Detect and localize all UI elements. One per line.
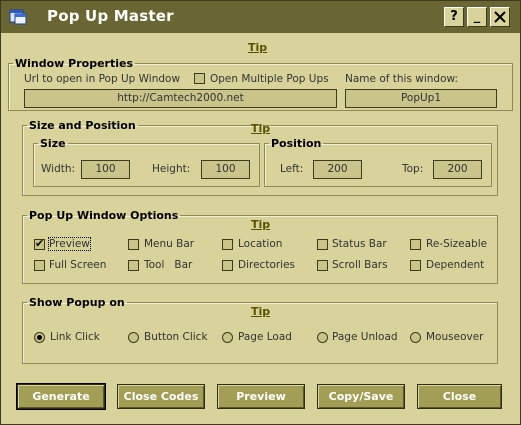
page-unload-label: Page Unload: [332, 331, 398, 343]
show-popup-legend: Show Popup on: [29, 296, 125, 309]
window-name-input[interactable]: PopUp1: [345, 89, 497, 108]
width-input[interactable]: 100: [81, 160, 130, 179]
top-input[interactable]: 200: [433, 160, 482, 179]
tip-link-options[interactable]: Tip: [251, 218, 270, 231]
page-load-label: Page Load: [238, 331, 292, 343]
height-label: Height:: [152, 163, 191, 175]
position-legend: Position: [271, 137, 322, 150]
tip-link-size-position[interactable]: Tip: [251, 122, 270, 135]
full-screen-label: Full Screen: [49, 259, 107, 271]
open-multiple-label: Open Multiple Pop Ups: [210, 73, 329, 85]
left-input[interactable]: 200: [313, 160, 362, 179]
close-icon: [494, 11, 506, 23]
directories-label: Directories: [238, 259, 296, 271]
page-unload-radio[interactable]: [317, 332, 328, 343]
size-legend: Size: [40, 137, 66, 150]
minimize-button[interactable]: _: [467, 7, 487, 27]
left-label: Left:: [280, 163, 304, 175]
link-click-label: Link Click: [50, 331, 100, 343]
generate-button[interactable]: Generate: [16, 383, 106, 410]
close-button[interactable]: Close: [417, 384, 502, 409]
scroll-bars-checkbox[interactable]: [317, 260, 328, 271]
directories-checkbox[interactable]: [222, 260, 233, 271]
url-label: Url to open in Pop Up Window: [24, 73, 181, 85]
preview-checkbox[interactable]: [34, 237, 45, 250]
window-name-label: Name of this window:: [345, 73, 459, 85]
resizeable-label: Re-Sizeable: [426, 238, 488, 250]
top-label: Top:: [402, 163, 424, 175]
tip-link-main[interactable]: Tip: [248, 41, 267, 54]
popup-options-legend: Pop Up Window Options: [29, 209, 179, 222]
preview-option-label: Preview: [48, 237, 91, 251]
tip-link-show-popup[interactable]: Tip: [251, 305, 270, 318]
client-area: Tip Window Properties Url to open in Pop…: [4, 34, 517, 421]
title-bar[interactable]: Pop Up Master ? _: [1, 1, 520, 33]
scroll-bars-label: Scroll Bars: [332, 259, 388, 271]
menu-bar-label: Menu Bar: [144, 238, 195, 250]
window-title: Pop Up Master: [47, 7, 174, 25]
menu-bar-checkbox[interactable]: [128, 239, 139, 250]
tool-bar-label: Tool Bar: [144, 259, 193, 271]
link-click-radio[interactable]: [34, 332, 45, 343]
dependent-checkbox[interactable]: [410, 260, 421, 271]
app-icon: [9, 7, 27, 25]
tool-bar-checkbox[interactable]: [128, 260, 139, 271]
url-input[interactable]: http://Camtech2000.net: [24, 89, 337, 108]
close-codes-button[interactable]: Close Codes: [117, 384, 205, 409]
height-input[interactable]: 100: [201, 160, 250, 179]
location-checkbox[interactable]: [222, 239, 233, 250]
window-properties-legend: Window Properties: [15, 57, 133, 70]
help-button[interactable]: ?: [444, 7, 464, 27]
page-load-radio[interactable]: [222, 332, 233, 343]
size-position-legend: Size and Position: [29, 119, 136, 132]
full-screen-checkbox[interactable]: [34, 260, 45, 271]
status-bar-checkbox[interactable]: [317, 239, 328, 250]
dependent-label: Dependent: [426, 259, 485, 271]
mouseover-label: Mouseover: [426, 331, 484, 343]
open-multiple-checkbox[interactable]: [194, 73, 205, 84]
preview-button[interactable]: Preview: [217, 384, 305, 409]
button-click-radio[interactable]: [128, 332, 139, 343]
copy-save-button[interactable]: Copy/Save: [317, 384, 405, 409]
pop-up-master-window: Pop Up Master ? _ Tip Window Properties …: [0, 0, 521, 425]
status-bar-label: Status Bar: [332, 238, 387, 250]
location-label: Location: [238, 238, 283, 250]
width-label: Width:: [41, 163, 76, 175]
close-window-button[interactable]: [490, 7, 510, 27]
resizeable-checkbox[interactable]: [410, 239, 421, 250]
button-click-label: Button Click: [144, 331, 208, 343]
mouseover-radio[interactable]: [410, 332, 421, 343]
